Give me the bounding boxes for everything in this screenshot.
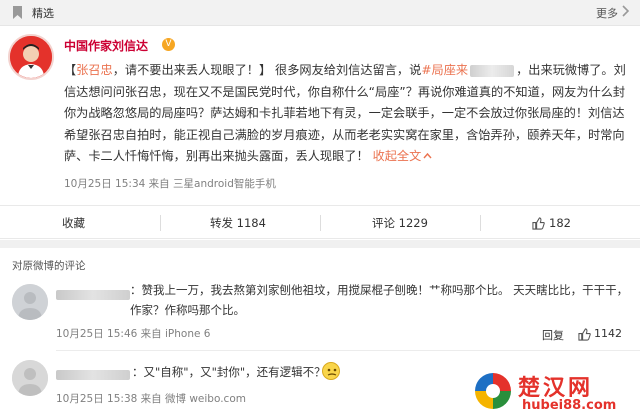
featured-label: 精选 (32, 7, 54, 20)
watermark-logo-icon (475, 373, 511, 409)
divider (480, 215, 481, 231)
divider (320, 215, 321, 231)
blurred-text (470, 64, 515, 77)
comment-username-blurred[interactable] (56, 290, 130, 300)
collapse-text-link[interactable]: 收起全文 (373, 149, 422, 163)
section-gap (0, 240, 640, 248)
comment-source: 来自 iPhone 6 (140, 328, 211, 340)
bracket-open: 【 (64, 63, 77, 77)
more-link[interactable]: 更多 (596, 5, 618, 21)
post-source: 来自 三星android智能手机 (148, 178, 276, 190)
comment-label: 评论 1229 (372, 216, 428, 230)
author-avatar[interactable] (8, 34, 54, 80)
top-bar: 精选 更多 (0, 0, 640, 26)
comment-timestamp: 10月25日 15:46 (56, 328, 138, 340)
topic-link[interactable]: #局座来 (421, 63, 468, 77)
comment-button[interactable]: 评论 1229 (372, 206, 428, 240)
watermark-url: hubei88.com (522, 398, 617, 413)
comment-text: ：又"自称"，又"封你"，还有逻辑不？ (132, 365, 326, 379)
comments-title: 对原微博的评论 (12, 260, 86, 272)
verified-badge-icon: V (162, 38, 175, 51)
like-button[interactable]: 182 (532, 206, 571, 240)
comment-username-blurred[interactable] (56, 370, 130, 380)
post-meta: 10月25日 15:34 来自 三星android智能手机 (64, 176, 276, 191)
post-timestamp[interactable]: 10月25日 15:34 (64, 178, 145, 190)
post-body: 刘信达想问问张召忠，现在又不是国民党时代，你自称什么“局座”？再说你难道真的不知… (64, 63, 626, 163)
repost-label: 转发 1184 (210, 216, 266, 230)
comment-source: 来自 微博 weibo.com (140, 393, 246, 405)
emoji-icon (322, 362, 340, 380)
repost-button[interactable]: 转发 1184 (210, 206, 266, 240)
favorite-button[interactable]: 收藏 (62, 206, 85, 240)
site-watermark: 楚汉网 hubei88.com (472, 370, 640, 416)
comment-divider (56, 350, 640, 351)
thumbs-up-icon (532, 217, 545, 230)
comment-text: ：赞我上一万，我去熬第刘家刨他祖坟，用搅屎棍子刨晚！艹称吗那个比。 天天瞎比比，… (130, 283, 629, 317)
comment-like-count: 1142 (594, 327, 622, 340)
post-line1-a: ，请不要出来丢人现眼了！】 很多网友给刘信达留言，说 (112, 63, 422, 77)
author-name[interactable]: 中国作家刘信达 (64, 37, 148, 54)
mention-link[interactable]: 张召忠 (76, 63, 113, 77)
action-bar: 收藏 转发 1184 评论 1229 182 (0, 205, 640, 239)
chevron-up-icon[interactable] (423, 152, 432, 160)
divider (160, 215, 161, 231)
comment-meta: 10月25日 15:46 来自 iPhone 6 (56, 326, 210, 341)
favorite-label: 收藏 (62, 216, 85, 230)
comment-avatar[interactable] (12, 360, 48, 396)
chevron-right-icon[interactable] (620, 4, 630, 18)
comment-avatar[interactable] (12, 284, 48, 320)
post-line1-b: ，出来玩微博了。 (516, 63, 614, 77)
post-text: 【张召忠，请不要出来丢人现眼了！】 很多网友给刘信达留言，说#局座来 ，出来玩微博… (64, 60, 630, 168)
like-count: 182 (549, 216, 571, 230)
comment-timestamp: 10月25日 15:38 (56, 393, 138, 405)
reply-button[interactable]: 回复 (542, 327, 564, 343)
comment-like-button[interactable]: 1142 (578, 327, 622, 341)
comment-meta: 10月25日 15:38 来自 微博 weibo.com (56, 391, 246, 406)
bookmark-flag-icon (13, 6, 22, 19)
thumbs-up-icon (578, 327, 591, 341)
